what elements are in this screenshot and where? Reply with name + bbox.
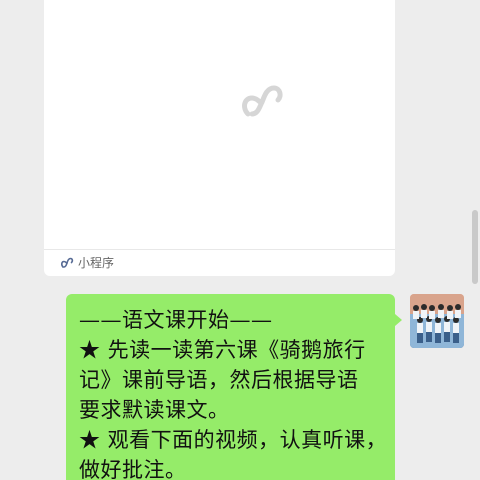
mini-program-link-icon [242, 85, 283, 117]
chat-screen: 小程序 ——语文课开始—— ★ 先读一读第六课《骑鹅旅行 记》课前导语，然后根据… [0, 0, 480, 480]
sender-avatar[interactable] [410, 294, 464, 348]
message-line: ——语文课开始—— [79, 308, 273, 332]
message-line: 做好批注。 [79, 458, 187, 480]
mini-program-preview[interactable] [44, 0, 395, 249]
mini-program-footer: 小程序 [44, 250, 395, 276]
mini-program-label: 小程序 [78, 256, 115, 270]
message-line: 记》课前导语，然后根据导语 [79, 368, 359, 392]
mini-program-card[interactable]: 小程序 [44, 0, 395, 276]
message-line: 要求默读课文。 [79, 398, 230, 422]
message-bubble-tail [395, 314, 402, 326]
mini-program-icon [60, 257, 74, 268]
group-photo-avatar [410, 294, 464, 348]
message-text: ——语文课开始—— ★ 先读一读第六课《骑鹅旅行 记》课前导语，然后根据导语 要… [79, 305, 391, 480]
message-line: ★ 观看下面的视频，认真听课， [79, 428, 388, 452]
scrollbar[interactable] [472, 210, 478, 284]
message-line: ★ 先读一读第六课《骑鹅旅行 [79, 338, 366, 362]
